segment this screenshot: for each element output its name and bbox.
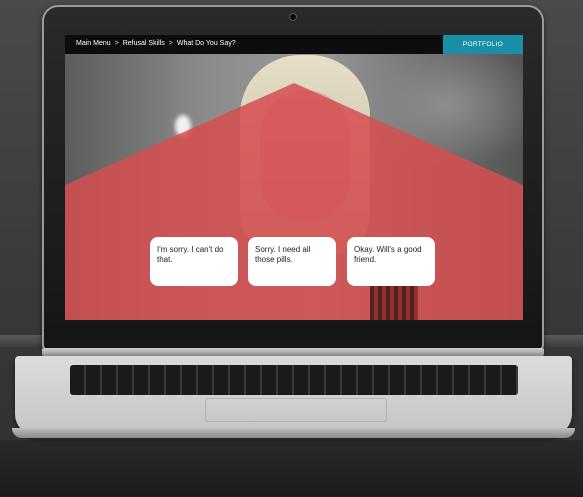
breadcrumb: Main Menu > Refusal Skills > What Do You Say… (76, 40, 236, 47)
breadcrumb-current-page: What Do You Say? (176, 40, 236, 47)
webcam-icon (289, 13, 297, 21)
choice-card-2[interactable]: Sorry. I need all those pills. (248, 237, 336, 286)
trackpad (205, 398, 387, 422)
portfolio-button[interactable]: PORTFOLIO (443, 35, 523, 54)
top-navigation-bar: Main Menu > Refusal Skills > What Do You Say… (65, 35, 523, 54)
table-surface (0, 440, 583, 497)
laptop-hinge (42, 348, 544, 356)
character-scarf (370, 280, 418, 320)
breadcrumb-separator: > (168, 40, 173, 47)
app-screen: Main Menu > Refusal Skills > What Do You Say… (65, 35, 523, 320)
choice-card-3[interactable]: Okay. Will's a good friend. (347, 237, 435, 286)
breadcrumb-refusal-skills[interactable]: Refusal Skills (123, 40, 165, 47)
breadcrumb-separator: > (114, 40, 119, 47)
breadcrumb-main-menu[interactable]: Main Menu (76, 40, 111, 47)
choice-card-1[interactable]: I'm sorry. I can't do that. (150, 237, 238, 286)
laptop-base-edge (12, 428, 575, 438)
keyboard (70, 365, 518, 395)
